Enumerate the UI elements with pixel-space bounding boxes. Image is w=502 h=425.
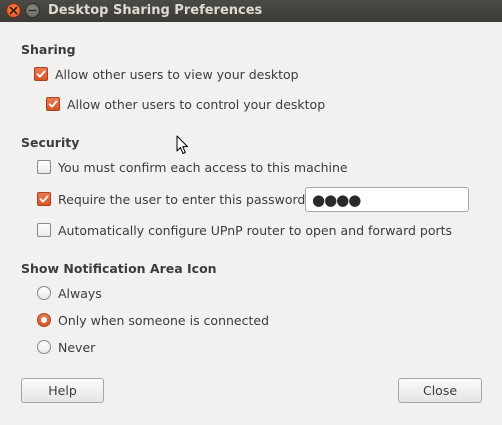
security-heading: Security xyxy=(21,135,80,150)
window-minimize-button[interactable] xyxy=(25,3,40,18)
notify-never-radio-row[interactable]: Never xyxy=(37,339,95,355)
confirm-access-checkbox-row[interactable]: You must confirm each access to this mac… xyxy=(37,159,348,175)
close-button[interactable]: Close xyxy=(398,378,482,403)
allow-control-checkbox-row[interactable]: Allow other users to control your deskto… xyxy=(46,96,325,112)
require-password-checkbox[interactable] xyxy=(37,192,51,206)
confirm-access-checkbox[interactable] xyxy=(37,160,51,174)
upnp-checkbox[interactable] xyxy=(37,223,51,237)
notify-never-radio[interactable] xyxy=(37,340,51,354)
desktop-sharing-window: Desktop Sharing Preferences Sharing Allo… xyxy=(0,0,502,425)
allow-view-label: Allow other users to view your desktop xyxy=(55,66,299,82)
notify-connected-radio-row[interactable]: Only when someone is connected xyxy=(37,312,269,328)
window-title: Desktop Sharing Preferences xyxy=(48,3,263,18)
upnp-label: Automatically configure UPnP router to o… xyxy=(58,222,453,238)
check-icon xyxy=(48,100,58,108)
minimize-icon xyxy=(28,9,37,12)
allow-control-label: Allow other users to control your deskto… xyxy=(67,96,326,112)
upnp-checkbox-row[interactable]: Automatically configure UPnP router to o… xyxy=(37,222,452,238)
require-password-label: Require the user to enter this password: xyxy=(58,191,310,207)
notify-always-label: Always xyxy=(58,285,102,301)
notification-heading: Show Notification Area Icon xyxy=(21,261,217,276)
allow-view-checkbox[interactable] xyxy=(34,67,48,81)
check-icon xyxy=(39,195,49,203)
require-password-checkbox-row[interactable]: Require the user to enter this password: xyxy=(37,191,310,207)
allow-control-checkbox[interactable] xyxy=(46,97,60,111)
notify-connected-label: Only when someone is connected xyxy=(58,312,270,328)
check-icon xyxy=(36,70,46,78)
notify-never-label: Never xyxy=(58,339,96,355)
allow-view-checkbox-row[interactable]: Allow other users to view your desktop xyxy=(34,66,299,82)
notify-connected-radio[interactable] xyxy=(37,313,51,327)
help-button[interactable]: Help xyxy=(21,378,104,403)
title-bar: Desktop Sharing Preferences xyxy=(0,0,502,22)
notify-always-radio[interactable] xyxy=(37,286,51,300)
confirm-access-label: You must confirm each access to this mac… xyxy=(58,159,348,175)
mouse-pointer-icon xyxy=(176,135,188,154)
notify-always-radio-row[interactable]: Always xyxy=(37,285,102,301)
close-icon xyxy=(9,6,18,15)
window-close-button[interactable] xyxy=(6,3,21,18)
password-field[interactable] xyxy=(305,187,469,212)
sharing-heading: Sharing xyxy=(21,42,76,57)
